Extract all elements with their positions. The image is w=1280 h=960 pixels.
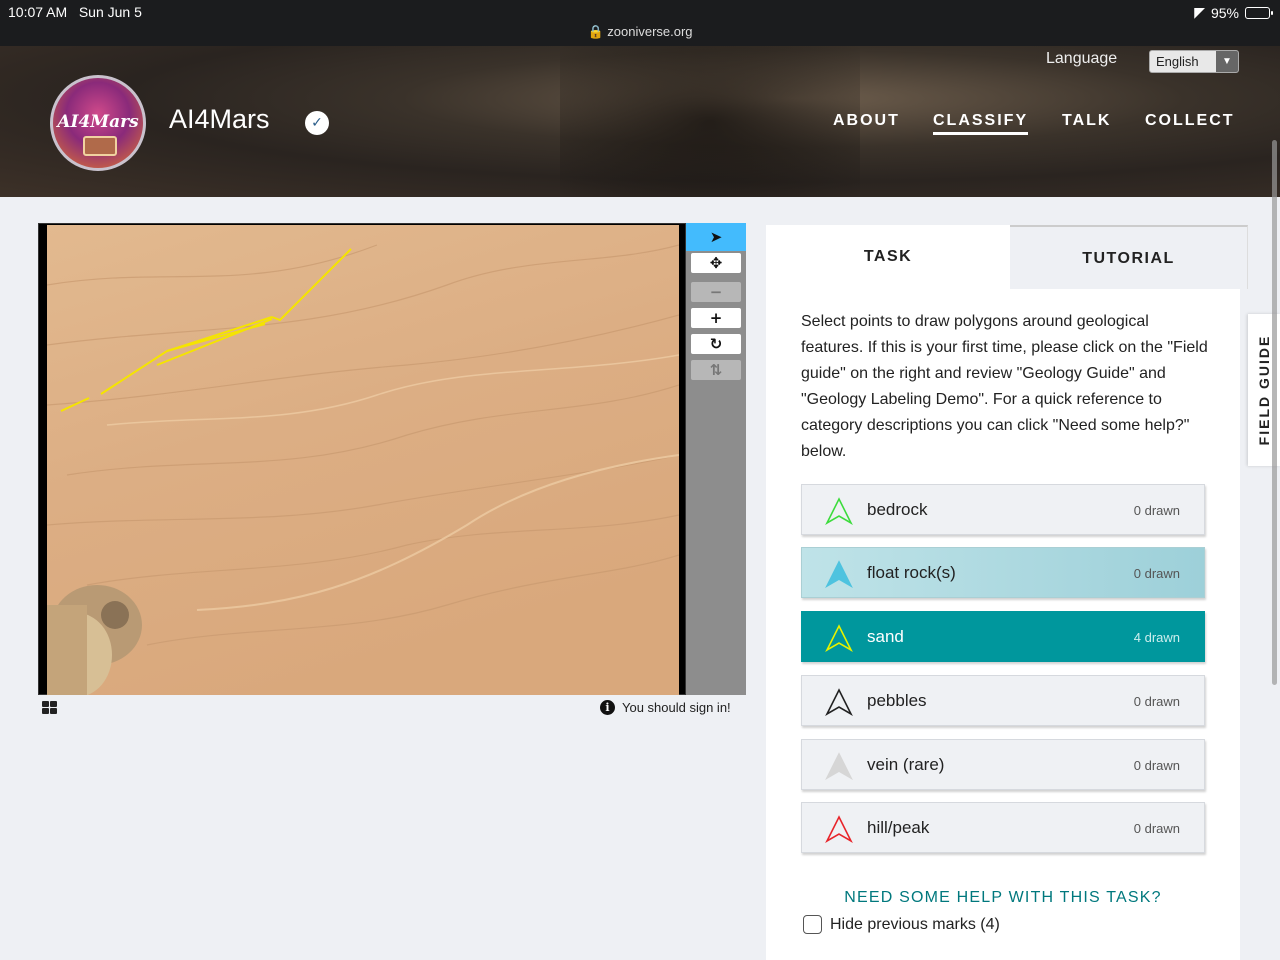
answer-count: 0 drawn — [1133, 503, 1180, 518]
answer-label: float rock(s) — [867, 563, 956, 582]
minus-icon: − — [709, 283, 723, 301]
polygon-triangle-icon — [825, 815, 853, 843]
viewer-toolbar: ➤ ✥ − + ↻ ⇅ — [686, 223, 746, 695]
task-instructions: Select points to draw polygons around ge… — [801, 313, 1208, 460]
address-bar[interactable]: 🔒 zooniverse.org — [0, 24, 1280, 40]
polygon-triangle-icon — [825, 560, 853, 588]
answer-count: 0 drawn — [1133, 694, 1180, 709]
status-indicators: ◤ 95% — [1194, 4, 1273, 21]
tab-task[interactable]: TASK — [766, 225, 1010, 289]
answer-bedrock[interactable]: bedrock 0 drawn — [801, 484, 1205, 535]
answer-pebbles[interactable]: pebbles 0 drawn — [801, 675, 1205, 726]
rotate-button[interactable]: ↻ — [691, 334, 741, 354]
battery-icon — [1245, 6, 1273, 19]
field-guide-label: FIELD GUIDE — [1256, 334, 1272, 446]
answer-label: vein (rare) — [867, 755, 945, 774]
page-scrollbar[interactable] — [1272, 140, 1277, 685]
sign-in-notice: i You should sign in! — [600, 700, 731, 715]
hide-marks-toggle[interactable]: Hide previous marks (4) — [803, 915, 1000, 934]
polygon-triangle-icon — [825, 624, 853, 652]
status-time: 10:07 AM — [8, 4, 68, 20]
grid-view-icon[interactable] — [42, 701, 58, 715]
status-time-date: 10:07 AM Sun Jun 5 — [8, 4, 142, 20]
nav-talk[interactable]: TALK — [1062, 112, 1111, 130]
language-value: English — [1156, 54, 1199, 69]
verified-badge-icon: ✓ — [305, 111, 329, 135]
rotate-icon: ↻ — [709, 335, 723, 353]
project-title[interactable]: AI4Mars — [169, 104, 270, 135]
status-date: Sun Jun 5 — [78, 4, 142, 20]
nav-about[interactable]: ABOUT — [833, 112, 900, 130]
rover-icon — [83, 136, 117, 156]
answer-label: hill/peak — [867, 818, 930, 837]
plus-icon: + — [709, 309, 723, 327]
language-label: Language — [1046, 50, 1118, 67]
info-icon: i — [600, 700, 615, 715]
grid-cell — [50, 701, 57, 707]
project-header: AI4Mars AI4Mars ✓ Language English ▼ ABO… — [0, 46, 1280, 197]
answer-label: bedrock — [867, 500, 928, 519]
polygon-triangle-icon — [825, 688, 853, 716]
pan-tool-button[interactable]: ✥ — [691, 253, 741, 273]
grid-cell — [50, 708, 57, 714]
language-select[interactable]: English ▼ — [1149, 50, 1239, 73]
project-logo[interactable]: AI4Mars — [50, 75, 146, 171]
polygon-triangle-icon — [825, 752, 853, 780]
tab-tutorial[interactable]: TUTORIAL — [1010, 225, 1248, 289]
address-url: zooniverse.org — [607, 24, 693, 39]
arrow-pointer-icon: ➤ — [709, 228, 723, 246]
dropdown-arrow-icon: ▼ — [1216, 51, 1238, 72]
task-panel: TASK TUTORIAL Select points to draw poly… — [766, 225, 1248, 960]
refresh-icon: ⇅ — [709, 361, 723, 379]
header-background — [560, 46, 860, 197]
ios-status-bar: 10:07 AM Sun Jun 5 🔒 zooniverse.org ◤ 95… — [0, 0, 1280, 46]
sign-in-text: You should sign in! — [622, 700, 731, 715]
answer-sand[interactable]: sand 4 drawn — [801, 611, 1205, 662]
hide-marks-label: Hide previous marks (4) — [830, 915, 1000, 933]
answer-float-rocks[interactable]: float rock(s) 0 drawn — [801, 547, 1205, 598]
grid-cell — [42, 708, 49, 714]
grid-cell — [42, 701, 49, 707]
answer-label: sand — [867, 627, 904, 646]
nav-collect[interactable]: COLLECT — [1145, 112, 1235, 130]
answer-hill-peak[interactable]: hill/peak 0 drawn — [801, 802, 1205, 853]
answer-count: 0 drawn — [1133, 758, 1180, 773]
zoom-in-button[interactable]: + — [691, 308, 741, 328]
lock-icon: 🔒 — [587, 24, 604, 39]
reset-button[interactable]: ⇅ — [691, 360, 741, 380]
move-icon: ✥ — [709, 254, 723, 272]
answer-count: 0 drawn — [1133, 566, 1180, 581]
answer-count: 0 drawn — [1133, 821, 1180, 836]
battery-percent: 95% — [1210, 4, 1239, 21]
answer-count: 4 drawn — [1133, 630, 1180, 645]
help-link[interactable]: NEED SOME HELP WITH THIS TASK? — [766, 889, 1240, 907]
polygon-triangle-icon — [825, 497, 853, 525]
hide-marks-checkbox[interactable] — [803, 915, 822, 934]
pointer-tool-button[interactable]: ➤ — [686, 223, 746, 251]
answer-vein[interactable]: vein (rare) 0 drawn — [801, 739, 1205, 790]
wifi-icon: ◤ — [1194, 4, 1205, 20]
subject-image[interactable] — [47, 225, 679, 695]
subject-viewer[interactable] — [38, 223, 686, 695]
answer-label: pebbles — [867, 691, 927, 710]
nav-classify[interactable]: CLASSIFY — [933, 112, 1029, 135]
logo-text: AI4Mars — [57, 112, 139, 132]
zoom-out-button[interactable]: − — [691, 282, 741, 302]
